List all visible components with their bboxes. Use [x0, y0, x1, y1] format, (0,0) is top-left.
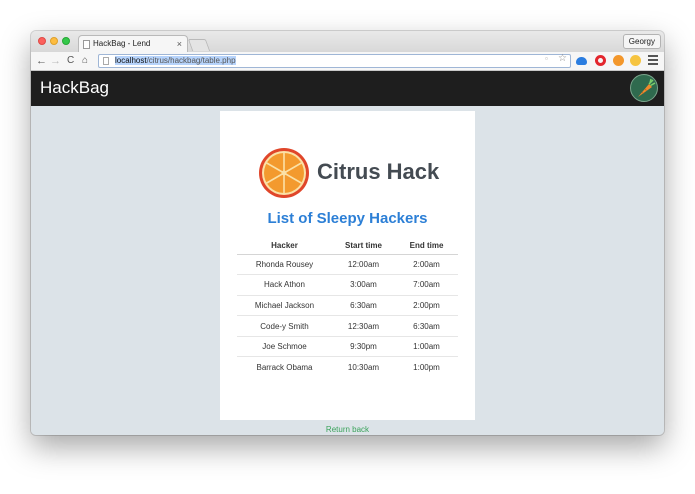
url-path: /citrus/hackbag/table.php	[146, 56, 236, 65]
new-tab-button[interactable]	[187, 39, 211, 51]
table-row: Code-y Smith 12:30am 6:30am	[237, 315, 458, 337]
browser-tab[interactable]: HackBag - Lend ×	[78, 35, 188, 52]
end-time-cell: 2:00am	[395, 254, 458, 276]
cloud-extension-icon[interactable]	[576, 57, 587, 65]
forward-arrow-icon[interactable]: →	[50, 54, 61, 68]
table-row: Hack Athon 3:00am 7:00am	[237, 274, 458, 296]
tab-strip: HackBag - Lend × Georgy	[31, 31, 664, 52]
end-time-cell: 2:00pm	[395, 295, 458, 317]
column-header: Hacker	[237, 237, 332, 255]
citrus-hack-logo: Citrus Hack	[258, 147, 458, 199]
address-bar[interactable]: localhost/citrus/hackbag/table.php	[98, 54, 571, 68]
orange-extension-icon[interactable]	[613, 55, 624, 66]
back-arrow-icon[interactable]: ←	[36, 54, 47, 68]
url-host: localhost	[115, 56, 147, 65]
hacker-cell: Code-y Smith	[237, 315, 332, 337]
start-time-cell: 3:00am	[332, 274, 395, 296]
table-row: Michael Jackson 6:30am 2:00pm	[237, 295, 458, 317]
start-time-cell: 12:30am	[332, 315, 395, 337]
bookmark-star-icon[interactable]: ☆	[558, 53, 567, 64]
browser-window: HackBag - Lend × Georgy ← → C ⌂ localhos…	[31, 31, 664, 435]
browser-toolbar: ← → C ⌂ localhost/citrus/hackbag/table.p…	[31, 52, 664, 71]
page-content: Citrus Hack List of Sleepy Hackers Hacke…	[31, 106, 664, 435]
end-time-cell: 7:00am	[395, 274, 458, 296]
table-row: Barrack Obama 10:30am 1:00pm	[237, 357, 458, 378]
carrot-icon	[638, 78, 656, 97]
main-card: Citrus Hack List of Sleepy Hackers Hacke…	[220, 111, 475, 420]
hacker-cell: Joe Schmoe	[237, 336, 332, 358]
end-time-cell: 6:30am	[395, 315, 458, 337]
logo-title: Citrus Hack	[317, 159, 440, 184]
table-header-row: Hacker Start time End time	[237, 237, 458, 255]
start-time-cell: 12:00am	[332, 254, 395, 276]
opera-extension-icon[interactable]	[595, 55, 606, 66]
page-icon	[83, 40, 90, 49]
site-info-icon[interactable]: ▫	[545, 54, 548, 63]
avatar[interactable]	[630, 74, 658, 102]
page-icon	[103, 57, 109, 65]
table-row: Rhonda Rousey 12:00am 2:00am	[237, 254, 458, 276]
maximize-window-button[interactable]	[62, 37, 70, 45]
tab-close-icon[interactable]: ×	[177, 36, 182, 52]
hacker-cell: Michael Jackson	[237, 295, 332, 317]
emoji-extension-icon[interactable]	[630, 55, 641, 66]
start-time-cell: 10:30am	[347, 363, 380, 373]
brand-logo-text[interactable]: HackBag	[40, 78, 109, 98]
profile-button[interactable]: Georgy	[622, 34, 661, 49]
start-time-cell: 6:30am	[332, 295, 395, 317]
end-time-cell: 1:00am	[395, 336, 458, 358]
table-row: Joe Schmoe 9:30pm 1:00am	[237, 336, 458, 358]
tab-title: HackBag - Lend	[93, 39, 151, 48]
home-icon[interactable]: ⌂	[82, 54, 88, 68]
sleepy-hackers-table: Hacker Start time End time Rhonda Rousey…	[237, 237, 458, 378]
end-time-cell: 1:00pm	[413, 363, 440, 373]
page-title: List of Sleepy Hackers	[267, 210, 428, 227]
menu-icon[interactable]	[648, 55, 658, 67]
reload-icon[interactable]: C	[67, 54, 74, 68]
hacker-cell: Hack Athon	[237, 274, 332, 296]
start-time-cell: 9:30pm	[332, 336, 395, 358]
hacker-cell: Rhonda Rousey	[237, 254, 332, 276]
site-navbar: HackBag	[31, 71, 664, 106]
hacker-cell: Barrack Obama	[256, 363, 313, 373]
orange-slice-icon	[259, 148, 309, 198]
column-header: End time	[395, 237, 458, 255]
close-window-button[interactable]	[38, 37, 46, 45]
minimize-window-button[interactable]	[50, 37, 58, 45]
column-header: Start time	[332, 237, 395, 255]
return-back-link[interactable]: Return back	[31, 425, 664, 434]
